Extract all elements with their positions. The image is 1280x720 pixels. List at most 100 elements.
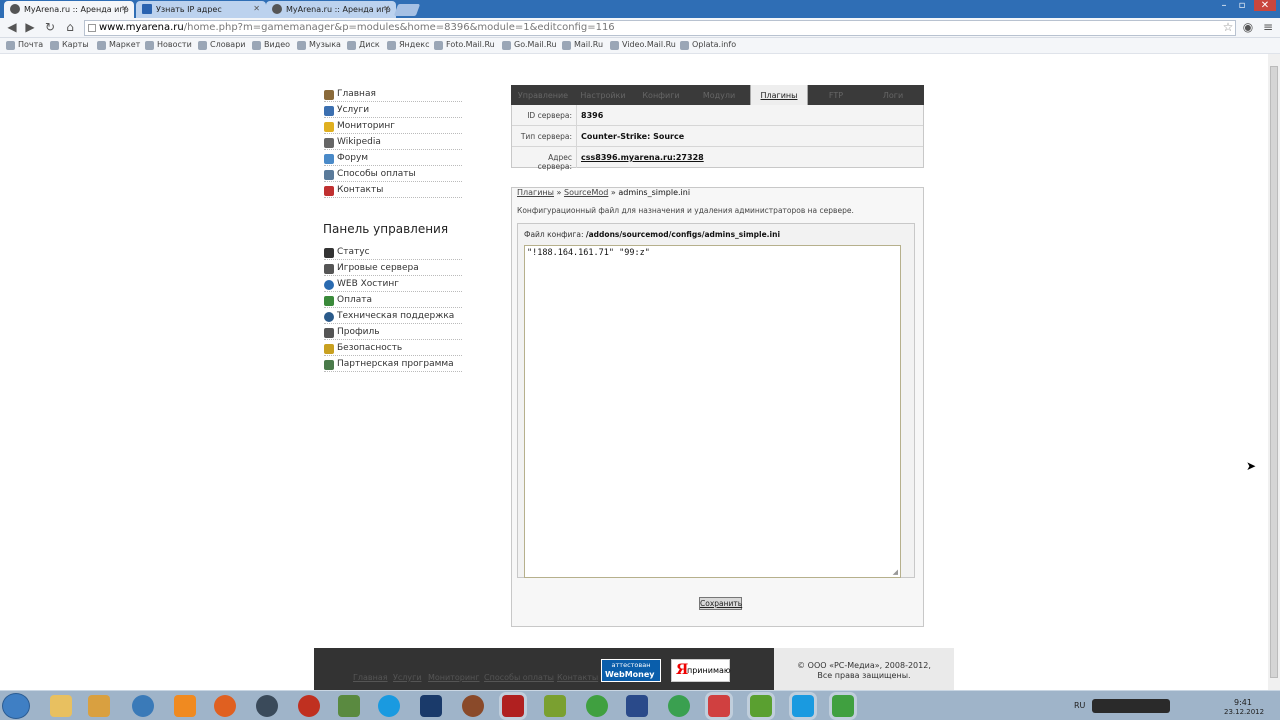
bookmark-item[interactable]: Video.Mail.Ru [610,40,676,50]
globe-icon [324,280,334,290]
bookmark-item[interactable]: Диск [347,40,380,50]
filezilla-icon[interactable] [502,695,524,717]
sidebar-item-label: Способы оплаты [337,169,416,179]
reload-icon[interactable]: ↻ [42,20,58,34]
skype-icon[interactable] [378,695,400,717]
address-bar[interactable]: www.myarena.ru/home.php?m=gamemanager&p=… [84,20,1236,36]
yandex-money-badge[interactable]: Я принимаю [671,659,731,682]
sidebar-item-forum[interactable]: Форум [324,152,462,166]
opera-icon[interactable] [298,695,320,717]
new-tab-button[interactable] [393,4,421,16]
language-indicator[interactable]: RU [1074,701,1085,710]
tab-ftp[interactable]: FTP [811,85,861,105]
sidebar-item-services[interactable]: Услуги [324,104,462,118]
sidebar-item-web-hosting[interactable]: WEB Хостинг [324,278,462,292]
app-icon[interactable] [462,695,484,717]
bookmark-item[interactable]: Новости [145,40,192,50]
chrome-icon[interactable] [586,695,608,717]
webmoney-badge[interactable]: аттестован WebMoney [601,659,661,682]
tab-management[interactable]: Управление [515,85,571,105]
scrollbar-thumb[interactable] [1270,66,1278,678]
breadcrumb-current: admins_simple.ini [618,188,691,197]
sidebar-item-wikipedia[interactable]: Wikipedia [324,136,462,150]
chat-icon [324,154,334,164]
sidebar-item-payment-methods[interactable]: Способы оплаты [324,168,462,182]
footer-link-contacts[interactable]: Контакты [557,673,598,682]
chrome-running-icon[interactable] [832,695,854,717]
bookmark-star-icon[interactable]: ☆ [1220,20,1236,34]
forward-arrow-icon[interactable]: ▶ [22,20,38,34]
minimize-icon[interactable]: – [1216,0,1232,11]
menu-icon[interactable]: ≡ [1260,20,1276,34]
tab-logs[interactable]: Логи [865,85,921,105]
browser-tab[interactable]: MyArena.ru :: Аренда игр ✕ [4,1,134,18]
game-icon[interactable] [338,695,360,717]
browser-tab[interactable]: MyArena.ru :: Аренда игр ✕ [266,1,396,18]
tray-recorder-widget[interactable] [1092,699,1170,713]
footer-link-home[interactable]: Главная [353,673,388,682]
bookmark-item[interactable]: Яндекс [387,40,429,50]
app-a-icon[interactable] [626,695,648,717]
back-arrow-icon[interactable]: ◀ [4,20,20,34]
bookmark-item[interactable]: Маркет [97,40,140,50]
save-button[interactable]: Сохранить [699,597,742,610]
sidebar-item-partner-program[interactable]: Партнерская программа [324,358,462,372]
bookmark-item[interactable]: Oplata.info [680,40,736,50]
bookmark-item[interactable]: Видео [252,40,290,50]
firefox-icon[interactable] [214,695,236,717]
mail-agent-icon[interactable] [668,695,690,717]
maximize-icon[interactable]: ▫ [1234,0,1250,11]
close-tab-icon[interactable]: ✕ [253,4,260,13]
sidebar-item-support[interactable]: Техническая поддержка [324,310,462,324]
sidebar-item-profile[interactable]: Профиль [324,326,462,340]
footer-link-services[interactable]: Услуги [393,673,422,682]
bookmark-item[interactable]: Карты [50,40,89,50]
skype-running-icon[interactable] [792,695,814,717]
tab-plugins[interactable]: Плагины [750,85,808,105]
sidebar-item-game-servers[interactable]: Игровые сервера [324,262,462,276]
sidebar-item-contacts[interactable]: Контакты [324,184,462,198]
bookmark-item[interactable]: Mail.Ru [562,40,603,50]
close-window-icon[interactable]: ✕ [1254,0,1276,11]
footer-link-monitoring[interactable]: Мониторинг [428,673,480,682]
page-scrollbar[interactable] [1268,54,1280,690]
sidebar-item-billing[interactable]: Оплата [324,294,462,308]
home-icon[interactable]: ⌂ [62,20,78,34]
sidebar-item-monitoring[interactable]: Мониторинг [324,120,462,134]
utorrent-icon[interactable] [750,695,772,717]
clock-date[interactable]: 23.12.2012 [1224,708,1264,716]
tab-configs[interactable]: Конфиги [633,85,689,105]
bookmark-item[interactable]: Словари [198,40,246,50]
steam-icon[interactable] [256,695,278,717]
footer-link-payment[interactable]: Способы оплаты [484,673,554,682]
media-player-icon[interactable] [88,695,110,717]
server-address-link[interactable]: css8396.myarena.ru:27328 [581,147,704,162]
explorer-icon[interactable] [50,695,72,717]
extension-icon[interactable]: ◉ [1240,20,1256,34]
internet-explorer-icon[interactable] [132,695,154,717]
sidebar-item-status[interactable]: Статус [324,246,462,260]
bookmark-item[interactable]: Go.Mail.Ru [502,40,557,50]
tab-modules[interactable]: Модули [691,85,747,105]
odnoklassniki-icon[interactable] [174,695,196,717]
taskbar: RU 9:41 23.12.2012 [0,690,1280,720]
close-tab-icon[interactable]: ✕ [383,4,390,13]
clock-time[interactable]: 9:41 [1234,698,1252,707]
start-button[interactable] [2,693,30,719]
game-launcher-icon[interactable] [544,695,566,717]
browser-tab[interactable]: Узнать IP адрес ✕ [136,1,266,18]
sidebar-item-home[interactable]: Главная [324,88,462,102]
breadcrumb-plugins-link[interactable]: Плагины [517,188,554,197]
bookmark-item[interactable]: Foto.Mail.Ru [434,40,495,50]
resize-grip-icon[interactable]: ◢ [893,568,898,576]
recorder-icon[interactable] [708,695,730,717]
breadcrumb-sourcemod-link[interactable]: SourceMod [564,188,608,197]
config-textarea[interactable]: "!188.164.161.71" "99:z" [524,245,901,578]
id-card-icon [324,328,334,338]
photoshop-icon[interactable] [420,695,442,717]
bookmark-item[interactable]: Музыка [297,40,341,50]
close-tab-icon[interactable]: ✕ [121,4,128,13]
tab-settings[interactable]: Настройки [575,85,631,105]
sidebar-item-security[interactable]: Безопасность [324,342,462,356]
bookmark-item[interactable]: Почта [6,40,43,50]
